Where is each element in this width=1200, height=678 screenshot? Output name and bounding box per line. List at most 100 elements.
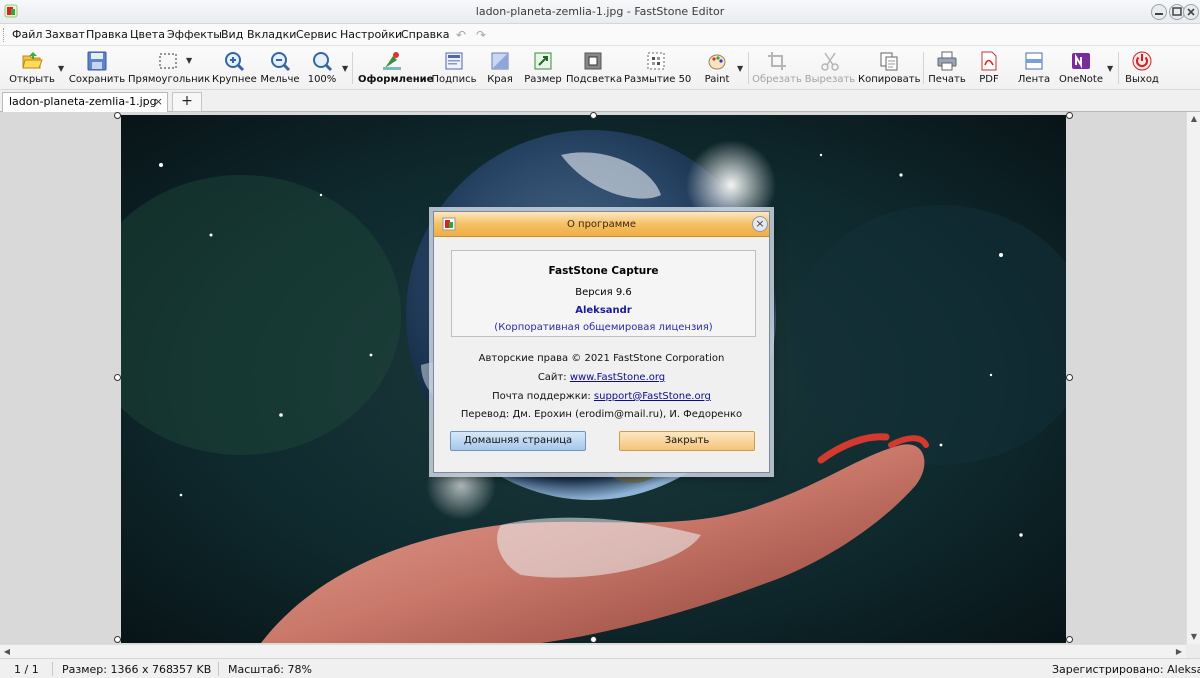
onenote-dropdown-icon[interactable]: ▼ (1107, 64, 1113, 73)
copy-button[interactable]: Копировать (858, 48, 920, 88)
resize-handle[interactable] (590, 636, 597, 643)
spotlight-icon (582, 50, 604, 72)
horizontal-scrollbar[interactable]: ◀ ▶ (0, 644, 1186, 658)
resize-handle[interactable] (590, 112, 597, 119)
menu-service[interactable]: Сервис (296, 28, 337, 41)
film-strip-icon (1023, 50, 1045, 72)
caption-button[interactable]: Подпись (430, 48, 478, 88)
dialog-title: О программе (566, 219, 637, 230)
printer-icon (936, 50, 958, 72)
tab-image[interactable]: ladon-planeta-zemlia-1.jpg × (2, 92, 168, 112)
status-zoom: Масштаб: 78% (228, 663, 312, 676)
status-divider (52, 662, 53, 676)
resize-handle[interactable] (1066, 636, 1073, 643)
pdf-button[interactable]: PDF (972, 48, 1006, 88)
site-label: Сайт: (537, 372, 567, 383)
scissors-icon (819, 50, 841, 72)
licensed-user: Aleksandr (575, 305, 632, 316)
zoom-dropdown-icon[interactable]: ▼ (342, 64, 348, 73)
zoom-100-button[interactable]: 100% (304, 48, 340, 88)
blur-button[interactable]: Размытие 50 (624, 48, 691, 88)
edges-button[interactable]: Края (482, 48, 518, 88)
crop-button[interactable]: Обрезать (752, 48, 802, 88)
status-registered: Зарегистрировано: Aleksandr (1052, 663, 1200, 676)
about-dialog: О программе FastStone Capture Версия 9.6… (433, 211, 770, 473)
blur-icon (645, 50, 667, 72)
tab-label: ladon-planeta-zemlia-1.jpg (9, 95, 157, 108)
scroll-corner (1186, 644, 1200, 658)
menu-help[interactable]: Справка (401, 28, 449, 41)
copy-icon (878, 50, 900, 72)
open-dropdown-icon[interactable]: ▼ (58, 64, 64, 73)
tape-button[interactable]: Лента (1014, 48, 1054, 88)
menu-bar: Файл Захват Правка Цвета Эффекты Вид Вкл… (0, 24, 1200, 46)
caption-icon (443, 50, 465, 72)
new-tab-button[interactable]: + (172, 92, 202, 112)
menu-edit[interactable]: Правка (86, 28, 128, 41)
spotlight-button[interactable]: Подсветка (566, 48, 622, 88)
menu-view[interactable]: Вид (221, 28, 243, 41)
close-window-button[interactable] (1182, 3, 1200, 21)
home-page-button[interactable]: Домашняя страница (450, 431, 586, 451)
status-file-size: 357 KB (172, 663, 212, 676)
dialog-close-icon[interactable]: × (752, 216, 768, 232)
scroll-left-icon[interactable]: ◀ (0, 645, 14, 659)
zoom-in-icon (223, 50, 245, 72)
menu-effects[interactable]: Эффекты (167, 28, 222, 41)
resize-handle[interactable] (114, 112, 121, 119)
exit-button[interactable]: Выход (1122, 48, 1162, 88)
resize-icon (532, 50, 554, 72)
translation-credits: Перевод: Дм. Ерохин (erodim@mail.ru), И.… (460, 409, 743, 420)
window-title: ladon-planeta-zemlia-1.jpg - FastStone E… (475, 5, 725, 18)
menu-tabs[interactable]: Вкладки (247, 28, 296, 41)
menu-settings[interactable]: Настройки (340, 28, 402, 41)
vertical-scrollbar[interactable]: ▲ ▼ (1186, 112, 1200, 644)
site-line: Сайт: www.FastStone.org (434, 372, 769, 383)
site-link[interactable]: www.FastStone.org (570, 372, 665, 383)
toolbar-separator (748, 52, 749, 84)
resize-button[interactable]: Размер (522, 48, 564, 88)
cut-button[interactable]: Вырезать (804, 48, 856, 88)
onenote-button[interactable]: OneNote (1058, 48, 1104, 88)
resize-handle[interactable] (114, 374, 121, 381)
zoom-out-button[interactable]: Мельче (258, 48, 302, 88)
decorate-button[interactable]: Оформление (358, 48, 433, 88)
undo-icon[interactable]: ↶ (456, 28, 466, 42)
scroll-up-icon[interactable]: ▲ (1187, 112, 1200, 126)
open-button[interactable]: Открыть (6, 48, 58, 88)
menu-file[interactable]: Файл (12, 28, 42, 41)
paint-dropdown-icon[interactable]: ▼ (737, 64, 743, 73)
tab-close-icon[interactable]: × (154, 95, 163, 108)
zoom-actual-icon (311, 50, 333, 72)
tab-bar: ladon-planeta-zemlia-1.jpg × + (0, 90, 1200, 112)
open-folder-icon (21, 50, 43, 72)
product-version: Версия 9.6 (575, 287, 632, 298)
resize-handle[interactable] (1066, 374, 1073, 381)
paint-button[interactable]: Paint (700, 48, 734, 88)
minimize-button[interactable] (1150, 3, 1168, 21)
pdf-icon (978, 50, 1000, 72)
product-info-box: FastStone Capture Версия 9.6 Aleksandr (… (451, 250, 756, 337)
toolbar-separator (923, 52, 924, 84)
scroll-right-icon[interactable]: ▶ (1172, 645, 1186, 659)
rectangle-button[interactable]: Прямоугольник (128, 48, 210, 88)
copyright-text: Авторские права © 2021 FastStone Corpora… (478, 353, 725, 364)
resize-handle[interactable] (114, 636, 121, 643)
support-email-link[interactable]: support@FastStone.org (594, 391, 711, 402)
menu-colors[interactable]: Цвета (130, 28, 165, 41)
dialog-close-button[interactable]: Закрыть (619, 431, 755, 451)
print-button[interactable]: Печать (926, 48, 968, 88)
scroll-down-icon[interactable]: ▼ (1187, 630, 1200, 644)
dialog-title-bar: О программе (434, 212, 769, 237)
support-label: Почта поддержки: (492, 391, 591, 402)
paint-palette-icon (706, 50, 728, 72)
menu-capture[interactable]: Захват (45, 28, 85, 41)
resize-handle[interactable] (1066, 112, 1073, 119)
redo-icon[interactable]: ↷ (476, 28, 486, 42)
rectangle-dropdown-icon[interactable]: ▼ (186, 56, 192, 65)
save-button[interactable]: Сохранить (68, 48, 126, 88)
status-bar: 1 / 1 Размер: 1366 x 768 357 KB Масштаб:… (0, 658, 1200, 678)
zoom-in-button[interactable]: Крупнее (212, 48, 257, 88)
zoom-out-icon (269, 50, 291, 72)
toolbar-separator (352, 52, 353, 84)
